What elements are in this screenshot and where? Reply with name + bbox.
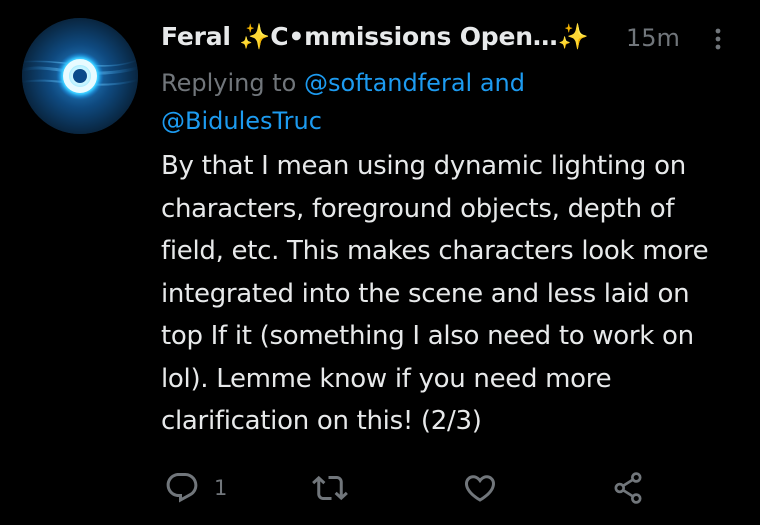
mention-link[interactable]: @softandferal xyxy=(304,69,472,97)
share-button[interactable] xyxy=(610,468,646,508)
retweet-button[interactable] xyxy=(312,468,348,508)
display-name[interactable]: Feral ✨C•mmissions Open…✨ xyxy=(161,22,589,52)
tweet-header: Feral ✨C•mmissions Open…✨ 15m xyxy=(161,20,736,58)
more-vertical-icon[interactable] xyxy=(712,26,724,54)
avatar-image xyxy=(22,18,138,134)
reply-prefix: Replying to xyxy=(161,69,297,97)
tweet-actions: 1 xyxy=(0,468,760,508)
tweet-content: Feral ✨C•mmissions Open…✨ 15m Replying t… xyxy=(161,20,736,443)
reply-conjunction[interactable]: and xyxy=(480,69,525,97)
timestamp[interactable]: 15m xyxy=(626,24,680,52)
like-button[interactable] xyxy=(462,468,498,508)
reply-icon xyxy=(166,473,198,503)
heart-icon xyxy=(464,475,496,502)
tweet-text: By that I mean using dynamic lighting on… xyxy=(161,151,709,436)
avatar[interactable] xyxy=(22,18,138,134)
reply-count: 1 xyxy=(214,476,228,500)
reply-button[interactable]: 1 xyxy=(164,468,227,508)
retweet-icon xyxy=(312,475,348,501)
tweet[interactable]: Feral ✨C•mmissions Open…✨ 15m Replying t… xyxy=(0,0,760,525)
replying-to: Replying to @softandferal and @BidulesTr… xyxy=(161,64,631,140)
share-icon xyxy=(614,472,642,504)
mention-link[interactable]: @BidulesTruc xyxy=(161,107,322,135)
